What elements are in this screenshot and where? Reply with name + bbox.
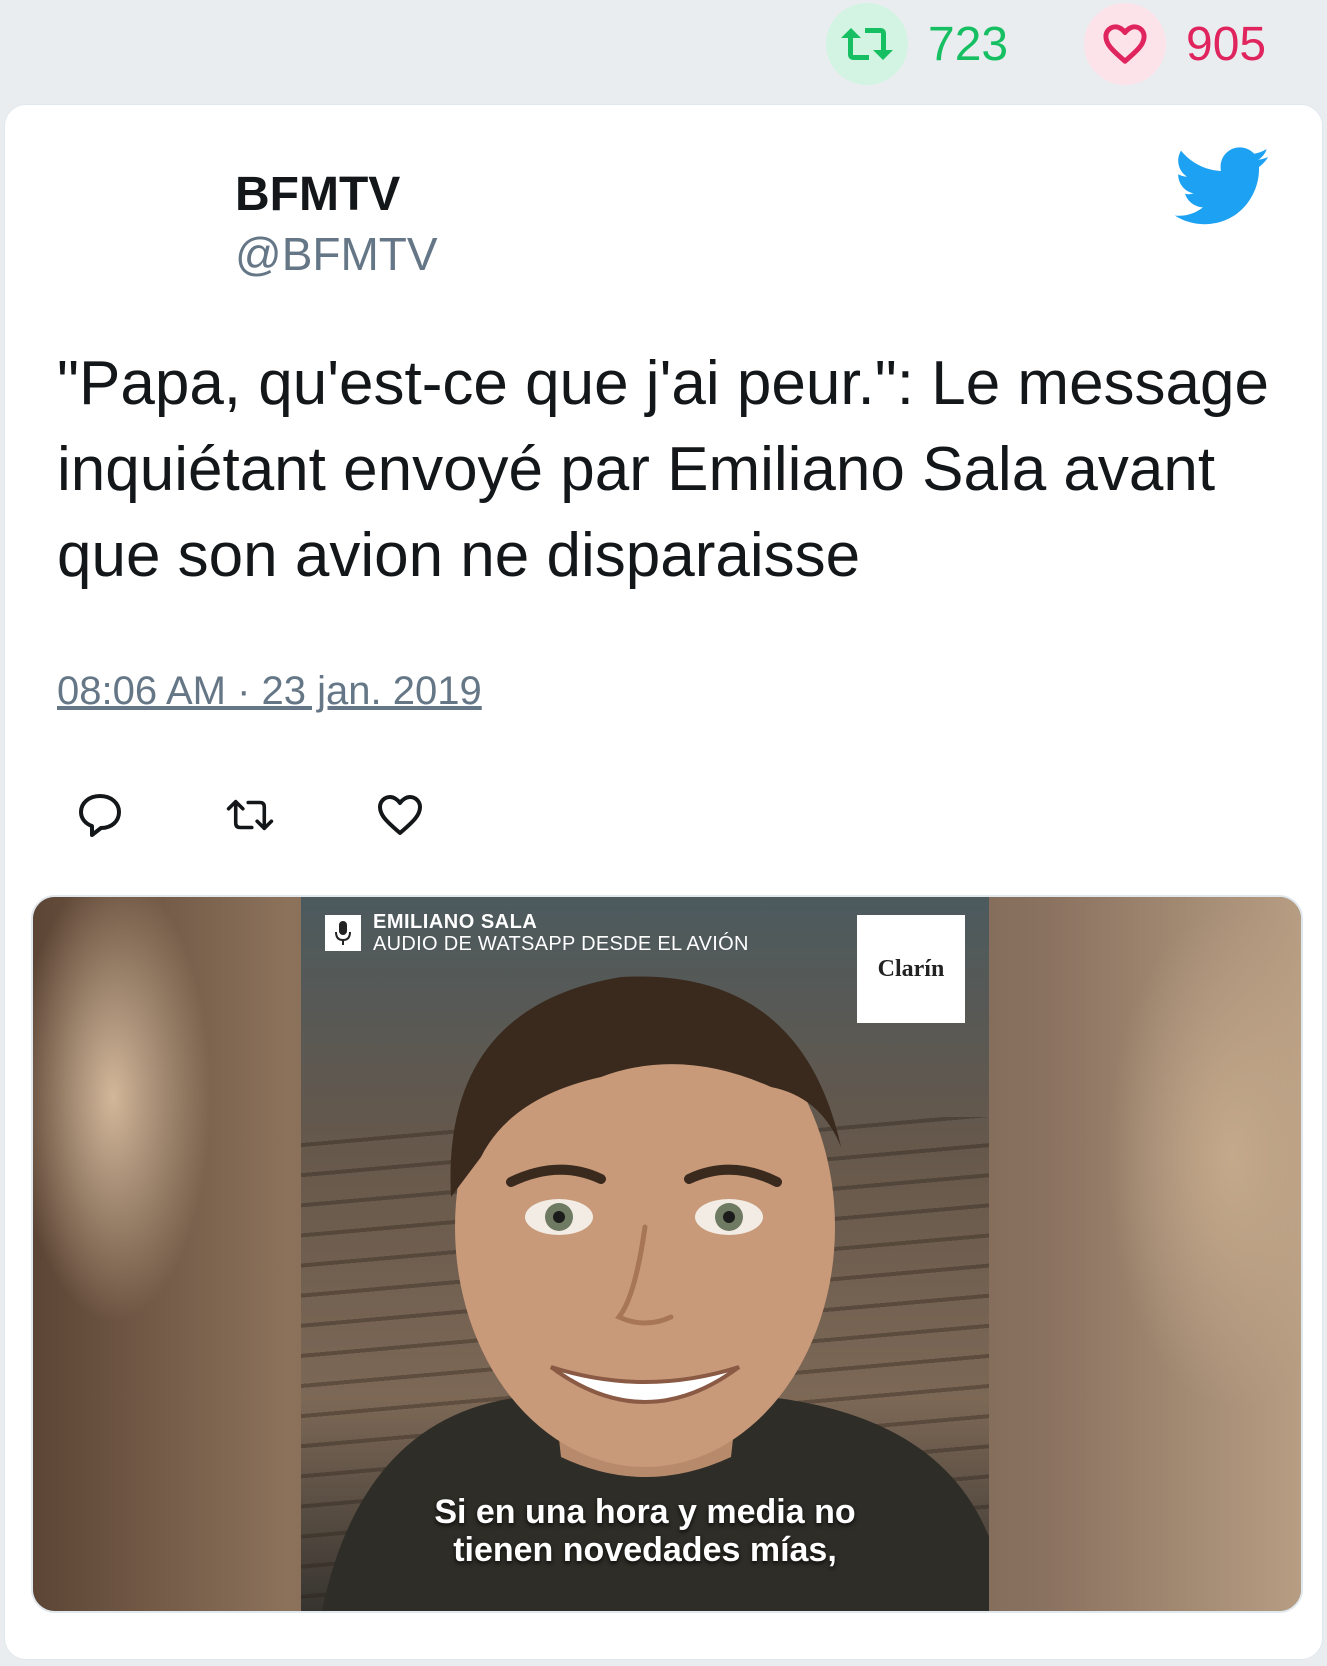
retweet-count: 723 (928, 17, 1009, 71)
retweet-icon[interactable] (225, 790, 275, 840)
video-caption: Si en una hora y media no tienen novedad… (301, 1493, 989, 1569)
heart-icon[interactable] (1084, 3, 1166, 85)
video-caption-line1: Si en una hora y media no (434, 1493, 856, 1531)
twitter-bird-icon[interactable] (1175, 147, 1271, 227)
video-frame[interactable]: EMILIANO SALA AUDIO DE WATSAPP DESDE EL … (301, 897, 989, 1611)
clarin-logo: Clarín (857, 915, 965, 1023)
retweet-stat[interactable]: 723 (826, 3, 1009, 85)
like-count: 905 (1186, 17, 1267, 71)
like-stat[interactable]: 905 (1084, 3, 1267, 85)
microphone-icon (325, 915, 361, 951)
retweet-icon[interactable] (826, 3, 908, 85)
tweet-timestamp[interactable]: 08:06 AM · 23 jan. 2019 (57, 669, 482, 714)
author-name[interactable]: BFMTV (235, 167, 400, 222)
heart-icon[interactable] (375, 790, 425, 840)
tweet-media[interactable]: EMILIANO SALA AUDIO DE WATSAPP DESDE EL … (31, 895, 1303, 1613)
video-header-subtitle: AUDIO DE WATSAPP DESDE EL AVIÓN (373, 933, 749, 955)
tweet-card: BFMTV @BFMTV "Papa, qu'est-ce que j'ai p… (4, 104, 1323, 1660)
reply-icon[interactable] (75, 790, 125, 840)
tweet-text: "Papa, qu'est-ce que j'ai peur.": Le mes… (57, 349, 1269, 590)
video-caption-line2: tienen novedades mías, (453, 1531, 837, 1569)
video-header-title: EMILIANO SALA (373, 911, 538, 933)
engagement-stats: 723 905 (0, 0, 1327, 100)
clarin-logo-text: Clarín (877, 955, 945, 982)
author-handle[interactable]: @BFMTV (235, 227, 438, 281)
tweet-actions (75, 785, 525, 845)
